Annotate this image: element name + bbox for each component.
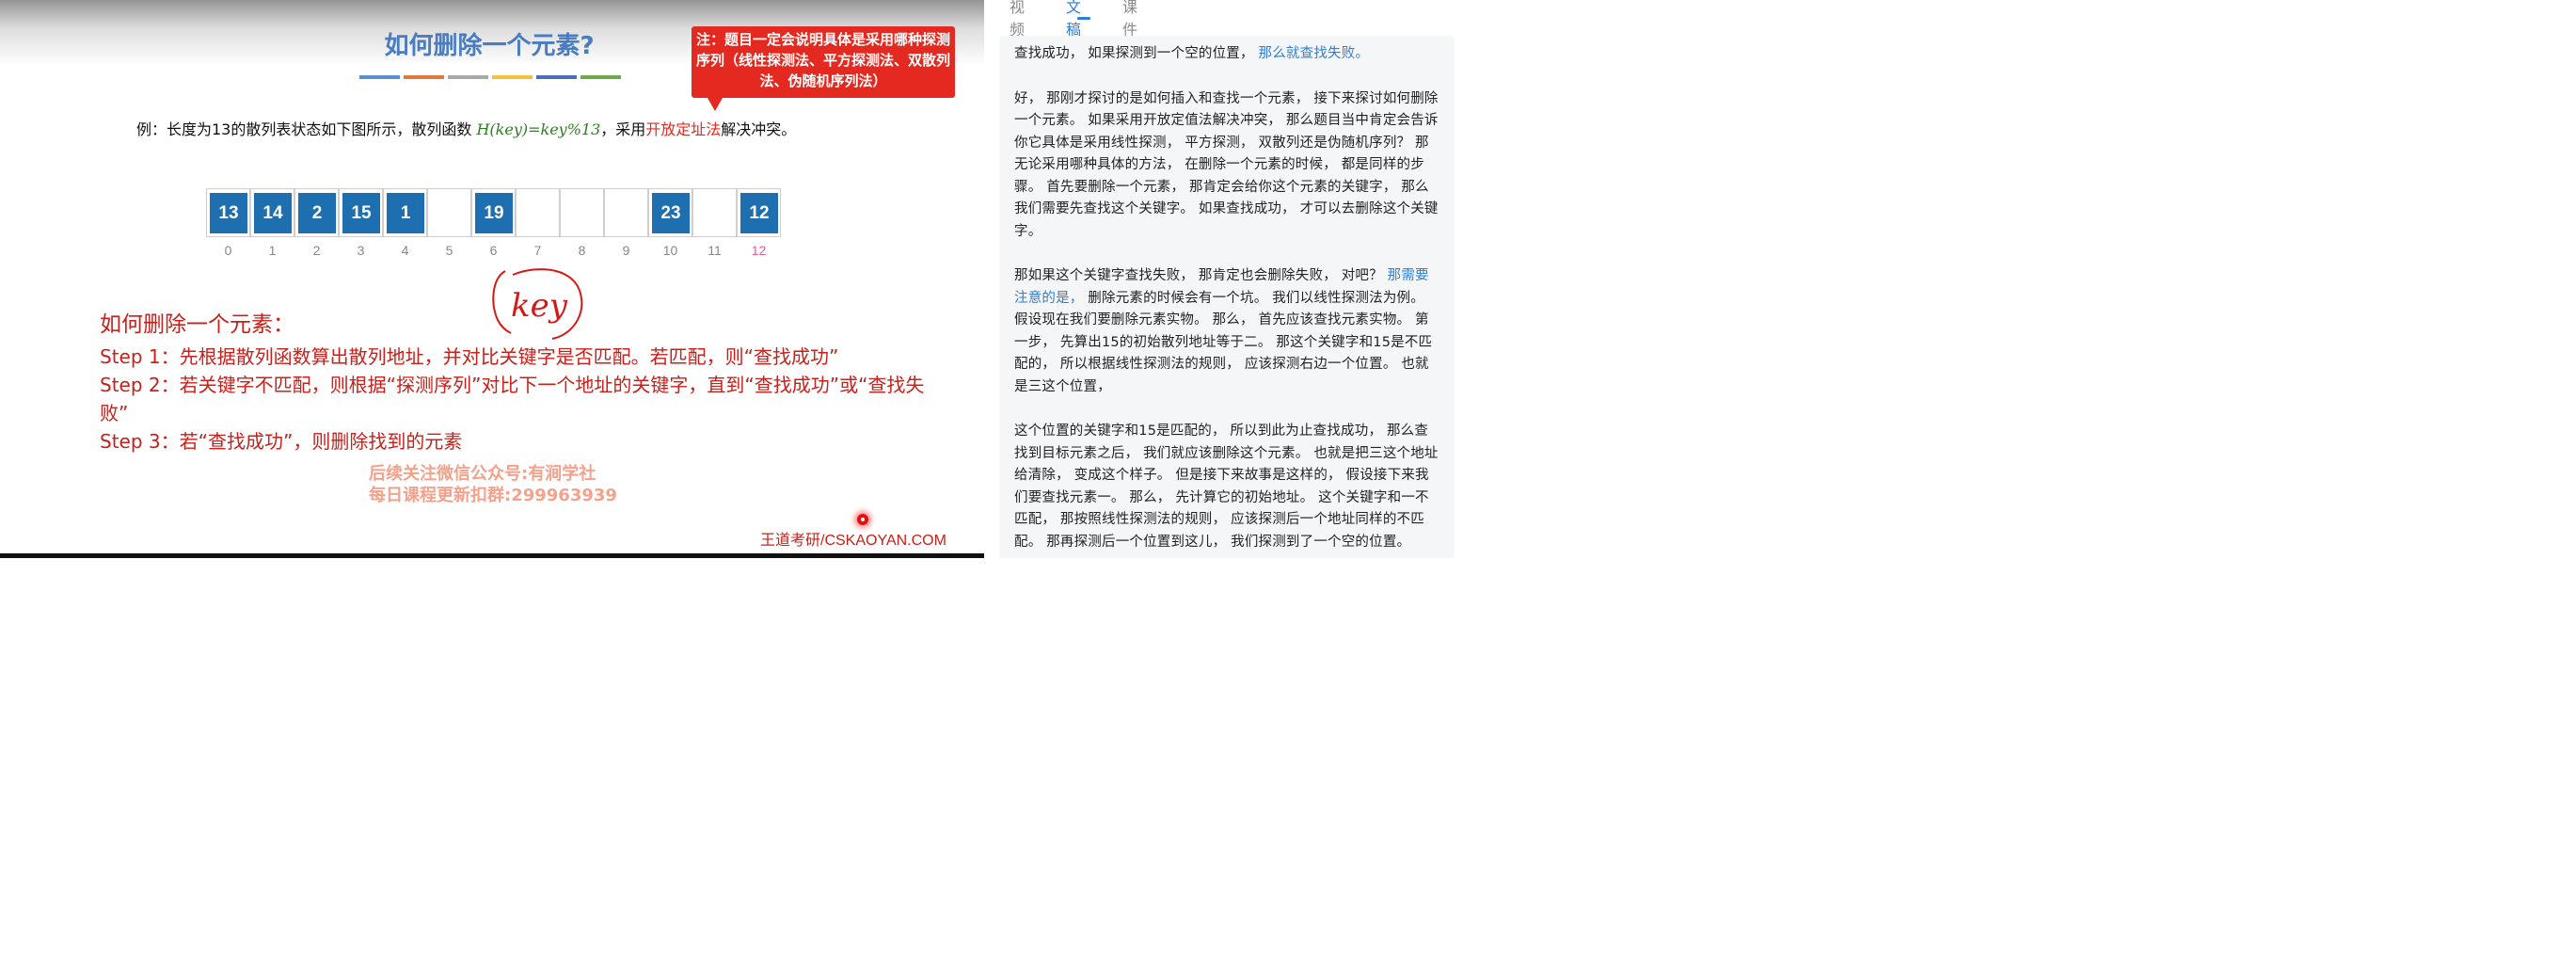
hash-cell-value: 1 bbox=[387, 193, 424, 233]
example-middle: ，采用 bbox=[600, 120, 646, 138]
transcript-paragraph: 查找成功， 如果探测到一个空的位置， 那么就查找失败。 bbox=[1014, 43, 1441, 66]
hash-index-label: 12 bbox=[751, 243, 767, 258]
hash-index-label: 0 bbox=[224, 243, 232, 258]
hash-table-indices: 0 1 2 3 4 5 6 7 8 9 10 11 12 bbox=[206, 243, 781, 258]
hash-cell-value: 19 bbox=[475, 193, 513, 233]
hash-cell: 1 bbox=[383, 188, 427, 237]
video-bottom-bar bbox=[0, 553, 984, 558]
hash-cell-value: 12 bbox=[740, 193, 778, 233]
hash-cell: 23 bbox=[648, 188, 692, 237]
hash-cell: 13 bbox=[206, 188, 250, 237]
method-highlight: 开放定址法 bbox=[645, 120, 722, 138]
transcript-segment: 删除元素的时候会有一个坑。 我们以线性探测法为例。 假设现在我们要删除元素实物。… bbox=[1014, 290, 1433, 394]
hash-cell bbox=[692, 188, 737, 237]
transcript-paragraph: 好， 那刚才探讨的是如何插入和查找一个元素， 接下来探讨如何删除一个元素。 如果… bbox=[1014, 88, 1441, 244]
hash-cell-value: 13 bbox=[210, 193, 247, 233]
hash-cell: 19 bbox=[471, 188, 516, 237]
hash-index-label: 9 bbox=[622, 243, 630, 258]
hash-cell bbox=[516, 188, 560, 237]
watermark-line-1: 后续关注微信公众号:有涧学社 bbox=[369, 464, 596, 484]
hash-cell: 2 bbox=[294, 188, 339, 237]
watermark: 后续关注微信公众号:有涧学社 每日课程更新扣群:299963939 bbox=[369, 463, 617, 506]
hash-cell bbox=[604, 188, 648, 237]
hash-index-label: 11 bbox=[708, 243, 722, 258]
active-tab-indicator bbox=[1077, 17, 1090, 20]
hash-index-label: 7 bbox=[533, 243, 542, 258]
video-slide[interactable]: 如何删除一个元素? 注：题目一定会说明具体是采用哪种探测序列（线性探测法、平方探… bbox=[0, 0, 984, 558]
transcript-segment: 好， 那刚才探讨的是如何插入和查找一个元素， 接下来探讨如何删除一个元素。 如果… bbox=[1014, 90, 1439, 239]
watermark-line-2: 每日课程更新扣群:299963939 bbox=[369, 486, 617, 505]
step-2: Step 2：若关键字不匹配，则根据“探测序列”对比下一个地址的关键字，直到“查… bbox=[100, 374, 925, 424]
underline-segment bbox=[580, 75, 621, 79]
underline-segment bbox=[448, 75, 488, 79]
hash-index-label: 3 bbox=[357, 243, 365, 258]
transcript-paragraph: 这个位置的关键字和15是匹配的， 所以到此为止查找成功， 那么查找到目标元素之后… bbox=[1014, 421, 1441, 553]
transcript-segment: 查找成功， 如果探测到一个空的位置， bbox=[1014, 46, 1259, 61]
hash-index-label: 6 bbox=[489, 243, 498, 258]
example-text: 例：长度为13的散列表状态如下图所示，散列函数 H(key)=key%13，采用… bbox=[136, 117, 796, 139]
hash-index-label: 8 bbox=[578, 243, 586, 258]
note-callout-pointer bbox=[708, 98, 723, 111]
hash-index-label: 5 bbox=[445, 243, 453, 258]
hash-cell: 14 bbox=[250, 188, 294, 237]
transcript-paragraph: 那如果这个关键字查找失败， 那肯定也会删除失败， 对吧？ 那需要注意的是， 删除… bbox=[1014, 265, 1441, 398]
tab-video[interactable]: 视频 bbox=[1010, 0, 1025, 40]
step-3: Step 3：若“查找成功”，则删除找到的元素 bbox=[100, 430, 463, 453]
hash-index-label: 1 bbox=[268, 243, 277, 258]
hash-cell bbox=[427, 188, 471, 237]
example-suffix: 解决冲突。 bbox=[721, 120, 797, 138]
underline-segment bbox=[404, 75, 444, 79]
transcript-segment: 那如果这个关键字查找失败， 那肯定也会删除失败， 对吧？ bbox=[1014, 268, 1388, 283]
hash-cell bbox=[560, 188, 604, 237]
deletion-steps: 如何删除一个元素： Step 1：先根据散列函数算出散列地址，并对比关键字是否匹… bbox=[100, 311, 946, 456]
title-underline bbox=[359, 75, 621, 79]
hash-cell: 12 bbox=[737, 188, 781, 237]
hash-cell-value: 2 bbox=[298, 193, 336, 233]
hash-index-label: 4 bbox=[401, 243, 409, 258]
hash-cell-value: 23 bbox=[652, 193, 690, 233]
underline-segment bbox=[359, 75, 400, 79]
transcript-highlight[interactable]: 那么就查找失败。 bbox=[1259, 46, 1370, 61]
hash-cell-value: 14 bbox=[254, 193, 292, 233]
underline-segment bbox=[492, 75, 533, 79]
example-prefix: 例：长度为13的散列表状态如下图所示，散列函数 bbox=[136, 120, 477, 138]
underline-segment bbox=[536, 75, 577, 79]
hash-cell-value: 15 bbox=[342, 193, 380, 233]
hash-cell: 15 bbox=[339, 188, 383, 237]
hash-index-label: 10 bbox=[662, 243, 678, 258]
tab-transcript[interactable]: 文稿 bbox=[1066, 0, 1081, 40]
transcript-segment: 这个位置的关键字和15是匹配的， 所以到此为止查找成功， 那么查找到目标元素之后… bbox=[1014, 424, 1439, 550]
steps-heading: 如何删除一个元素： bbox=[100, 312, 294, 337]
transcript-text: 查找成功， 如果探测到一个空的位置， 那么就查找失败。好， 那刚才探讨的是如何插… bbox=[1014, 43, 1441, 576]
hash-formula: H(key)=key%13 bbox=[476, 120, 601, 138]
slide-title: 如何删除一个元素? bbox=[384, 32, 595, 60]
hash-table: 13 14 2 15 1 19 23 12 bbox=[206, 188, 781, 237]
panel-tabs: 视频 文稿 课件 bbox=[0, 0, 1137, 39]
laser-pointer-dot bbox=[857, 514, 868, 525]
tab-courseware[interactable]: 课件 bbox=[1122, 0, 1137, 40]
step-1: Step 1：先根据散列函数算出散列地址，并对比关键字是否匹配。若匹配，则“查找… bbox=[100, 345, 839, 368]
brand-footer: 王道考研/CSKAOYAN.COM bbox=[760, 533, 946, 549]
hash-index-label: 2 bbox=[312, 243, 321, 258]
note-callout: 注：题目一定会说明具体是采用哪种探测序列（线性探测法、平方探测法、双散列法、伪随… bbox=[692, 26, 955, 98]
